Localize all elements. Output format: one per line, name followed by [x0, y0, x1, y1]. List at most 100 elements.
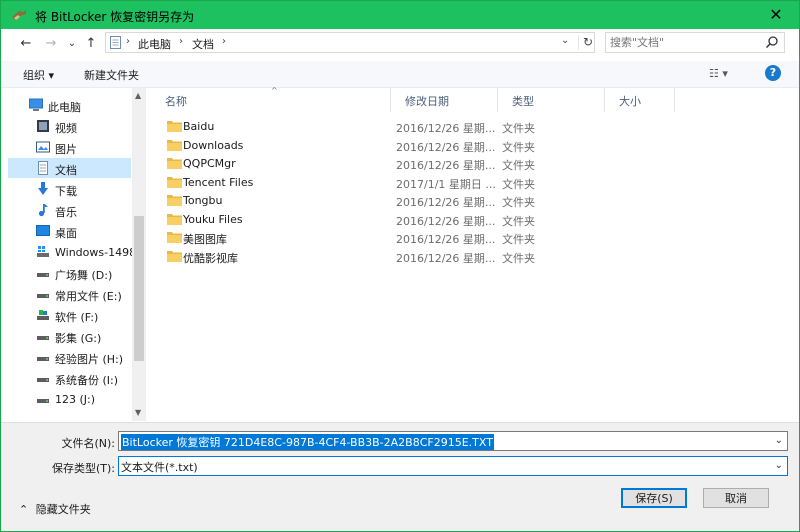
- file-type: 文件夹: [502, 196, 535, 209]
- drive-icon: [37, 336, 49, 340]
- file-date: 2016/12/26 星期...: [396, 251, 496, 265]
- file-row[interactable]: Baidu 2016/12/26 星期... 文件夹: [155, 117, 755, 135]
- folder-icon: [167, 213, 182, 225]
- refresh-icon[interactable]: ↻: [578, 35, 593, 50]
- nav-item-label: 软件 (F:): [55, 311, 99, 324]
- nav-item-label: 经验图片 (H:): [55, 353, 124, 366]
- view-options-button[interactable]: ☷ ▾: [709, 67, 728, 80]
- nav-item-drive-f[interactable]: 软件 (F:): [8, 305, 131, 325]
- breadcrumb-this-pc[interactable]: 此电脑: [138, 36, 171, 52]
- desktop-icon: [36, 225, 50, 236]
- nav-item-documents[interactable]: 文档: [8, 158, 131, 178]
- file-row[interactable]: QQPCMgr 2016/12/26 星期... 文件夹: [155, 154, 755, 172]
- title-bar: 将 BitLocker 恢复密钥另存为 ✕: [1, 1, 799, 29]
- chevron-up-icon[interactable]: ⌃: [19, 503, 28, 516]
- nav-item-drive-g[interactable]: 影集 (G:): [8, 326, 131, 346]
- filetype-select[interactable]: 文本文件(*.txt) ⌄: [118, 456, 788, 476]
- app-icon: [12, 9, 26, 20]
- save-button[interactable]: 保存(S): [621, 488, 687, 508]
- nav-pane-scrollbar[interactable]: ▲ ▼: [132, 88, 146, 421]
- filename-field[interactable]: BitLocker 恢复密钥 721D4E8C-987B-4CF4-BB3B-2…: [118, 431, 788, 451]
- breadcrumb-documents[interactable]: 文档: [192, 36, 214, 52]
- chevron-down-icon[interactable]: ⌄: [561, 35, 569, 46]
- back-button[interactable]: ←: [17, 35, 35, 53]
- folder-icon: [167, 121, 182, 132]
- nav-item-label: 下载: [55, 185, 77, 198]
- file-row[interactable]: Tencent Files 2017/1/1 星期日 ... 文件夹: [155, 173, 755, 191]
- forward-button[interactable]: →: [42, 35, 60, 53]
- command-bar: 组织 ▾ 新建文件夹 ☷ ▾ ?: [1, 61, 799, 88]
- search-icon[interactable]: [765, 35, 779, 49]
- nav-item-drive-h[interactable]: 经验图片 (H:): [8, 347, 131, 367]
- scrollbar-thumb[interactable]: [134, 216, 144, 361]
- breadcrumb-separator[interactable]: ›: [179, 36, 183, 47]
- organize-button[interactable]: 组织 ▾: [23, 67, 54, 83]
- filename-value[interactable]: BitLocker 恢复密钥 721D4E8C-987B-4CF4-BB3B-2…: [121, 434, 494, 450]
- windows-drive-icon: [37, 246, 49, 257]
- cancel-button[interactable]: 取消: [703, 488, 769, 508]
- download-icon: [38, 182, 48, 195]
- nav-item-pictures[interactable]: 图片: [8, 137, 131, 157]
- file-row[interactable]: Youku Files 2016/12/26 星期... 文件夹: [155, 210, 755, 228]
- window-title: 将 BitLocker 恢复密钥另存为: [35, 10, 195, 24]
- column-header-name[interactable]: 名称: [151, 88, 391, 112]
- nav-item-drive-j[interactable]: 123 (J:): [8, 389, 131, 409]
- nav-item-downloads[interactable]: 下载: [8, 179, 131, 199]
- file-name: Tencent Files: [183, 175, 254, 189]
- up-button[interactable]: ↑: [82, 35, 100, 53]
- filetype-value[interactable]: 文本文件(*.txt): [121, 459, 198, 475]
- file-name: Baidu: [183, 120, 215, 133]
- file-type: 文件夹: [502, 177, 535, 191]
- nav-item-drive-d[interactable]: 广场舞 (D:): [8, 263, 131, 283]
- hide-folders-toggle[interactable]: ⌃ 隐藏文件夹: [19, 501, 91, 517]
- nav-item-label: 音乐: [55, 206, 77, 219]
- nav-item-label: 文档: [55, 164, 77, 177]
- search-input[interactable]: [610, 35, 760, 50]
- navigation-pane: 此电脑 视频 图片 文档 下载 音乐 桌面 Windows-1498 广场舞 (…: [1, 88, 146, 421]
- nav-item-this-pc[interactable]: 此电脑: [8, 95, 131, 115]
- picture-icon: [36, 141, 50, 153]
- file-name: 美图图库: [183, 233, 227, 246]
- help-icon[interactable]: ?: [765, 65, 781, 81]
- file-row[interactable]: Tongbu 2016/12/26 星期... 文件夹: [155, 191, 755, 209]
- scroll-down-icon[interactable]: ▼: [135, 408, 141, 417]
- column-header-size[interactable]: 大小: [605, 88, 675, 112]
- nav-item-drive-e[interactable]: 常用文件 (E:): [8, 284, 131, 304]
- file-date: 2016/12/26 星期...: [396, 196, 496, 209]
- nav-item-videos[interactable]: 视频: [8, 116, 131, 136]
- filetype-label: 保存类型(T):: [51, 462, 115, 475]
- drive-icon: [37, 357, 49, 361]
- nav-item-label: 常用文件 (E:): [55, 290, 122, 303]
- drive-icon: [37, 378, 49, 382]
- nav-item-label: 视频: [55, 122, 77, 135]
- nav-item-drive-i[interactable]: 系统备份 (I:): [8, 368, 131, 388]
- computer-icon: [29, 98, 43, 111]
- new-folder-button[interactable]: 新建文件夹: [84, 67, 139, 83]
- scroll-up-icon[interactable]: ▲: [135, 91, 141, 100]
- file-date: 2016/12/26 星期...: [396, 214, 496, 228]
- breadcrumb-separator[interactable]: ›: [126, 36, 130, 47]
- nav-item-music[interactable]: 音乐: [8, 200, 131, 220]
- close-icon[interactable]: ✕: [753, 1, 799, 29]
- software-drive-icon: [37, 310, 49, 320]
- column-header-type[interactable]: 类型: [498, 88, 605, 112]
- breadcrumb-separator[interactable]: ›: [222, 36, 226, 47]
- nav-item-windows-drive[interactable]: Windows-1498: [8, 242, 136, 262]
- folder-icon: [167, 195, 182, 206]
- recent-locations-button[interactable]: ⌄: [63, 35, 81, 53]
- document-location-icon: [110, 36, 121, 49]
- file-row[interactable]: 美图图库 2016/12/26 星期... 文件夹: [155, 228, 755, 246]
- address-bar[interactable]: › 此电脑 › 文档 › ⌄ ↻: [105, 32, 595, 53]
- nav-item-label: 桌面: [55, 227, 77, 240]
- column-header-date[interactable]: 修改日期: [391, 88, 498, 112]
- search-box[interactable]: [605, 32, 785, 53]
- chevron-down-icon[interactable]: ⌄: [775, 460, 783, 471]
- folder-icon: [167, 250, 182, 262]
- file-row[interactable]: 优酷影视库 2016/12/26 星期... 文件夹: [155, 247, 755, 265]
- nav-item-desktop[interactable]: 桌面: [8, 221, 131, 241]
- file-date: 2016/12/26 星期...: [396, 233, 496, 246]
- file-row[interactable]: Downloads 2016/12/26 星期... 文件夹: [155, 136, 755, 154]
- chevron-down-icon[interactable]: ⌄: [775, 435, 783, 446]
- file-date: 2016/12/26 星期...: [396, 140, 496, 154]
- video-icon: [37, 120, 49, 132]
